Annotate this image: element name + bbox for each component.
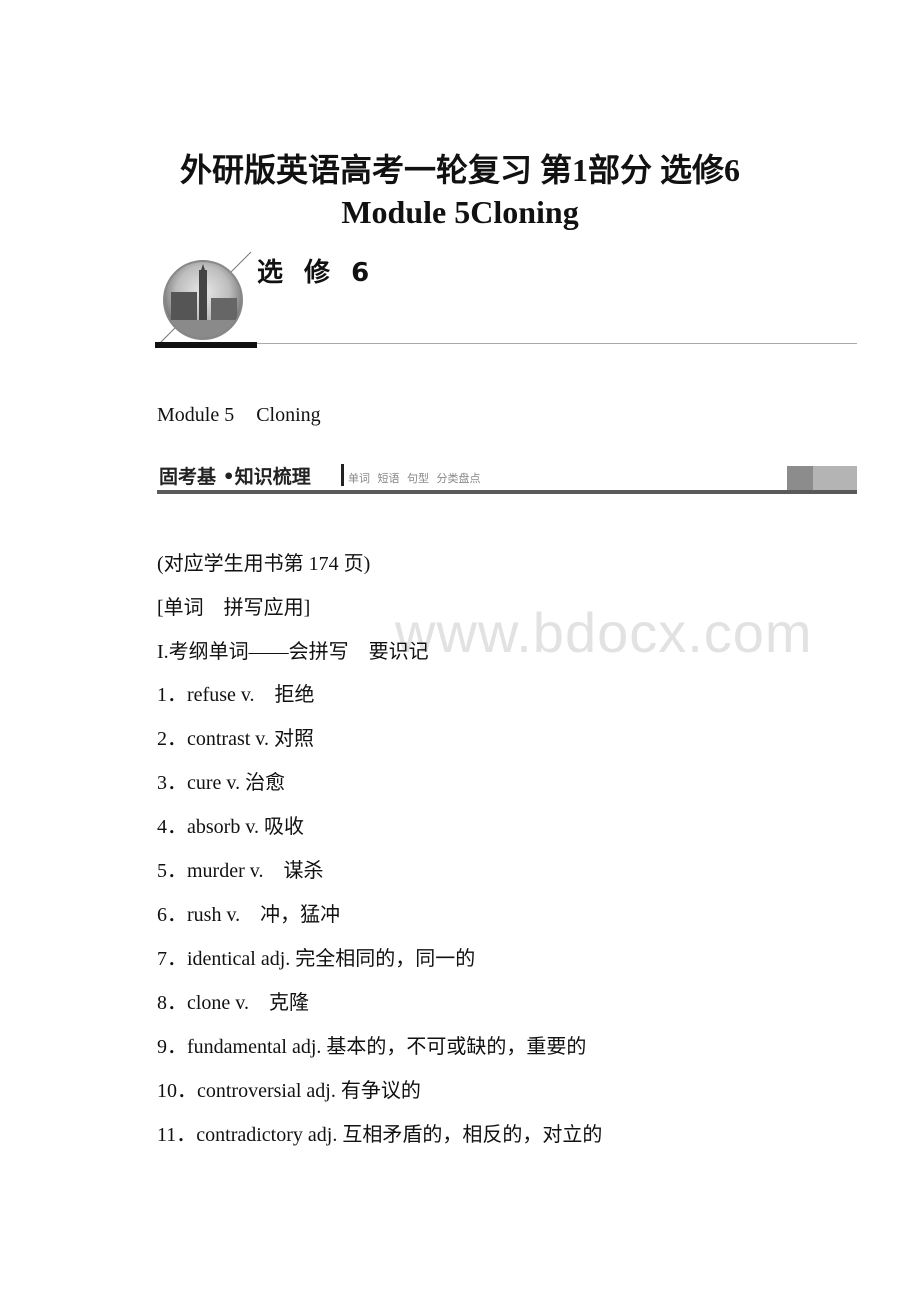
section-block-dark xyxy=(787,466,813,490)
document-title-line2: Module 5Cloning xyxy=(341,194,579,230)
vocab-item: 10．controversial adj. 有争议的 xyxy=(157,1080,421,1102)
section-subtitles: 单词 短语 句型 分类盘点 xyxy=(348,472,481,485)
vocab-item: 3．cure v. 治愈 xyxy=(157,772,286,794)
vocab-item: 6．rush v. 冲，猛冲 xyxy=(157,904,341,926)
module-topic: Cloning xyxy=(256,404,321,426)
section-block-light xyxy=(813,466,857,490)
section-rule xyxy=(157,490,857,494)
vocab-item: 9．fundamental adj. 基本的，不可或缺的，重要的 xyxy=(157,1036,587,1058)
section-separator xyxy=(341,464,344,486)
section-title: 固考基 •知识梳理 xyxy=(159,466,311,488)
banner-label: 选 修 6 xyxy=(257,258,376,288)
page-reference: (对应学生用书第 174 页) xyxy=(157,553,371,575)
vocab-item: 8．clone v. 克隆 xyxy=(157,992,310,1014)
category-heading: [单词 拼写应用] xyxy=(157,597,311,619)
vocab-item: 2．contrast v. 对照 xyxy=(157,728,315,750)
section-bar: 固考基 •知识梳理 单词 短语 句型 分类盘点 xyxy=(157,462,857,494)
big-ben-photo-icon xyxy=(163,260,243,340)
vocab-list: 1．refuse v. 拒绝 2．contrast v. 对照 3．cure v… xyxy=(157,682,602,1166)
subsection-heading: I.考纲单词——会拼写 要识记 xyxy=(157,641,429,663)
vocab-item: 11．contradictory adj. 互相矛盾的，相反的，对立的 xyxy=(157,1124,603,1146)
vocab-item: 4．absorb v. 吸收 xyxy=(157,816,305,838)
module-number: Module 5 xyxy=(157,404,235,426)
banner-thick-rule xyxy=(155,342,257,348)
watermark: www.bdocx.com xyxy=(395,601,813,664)
elective-banner: 选 修 6 xyxy=(155,248,857,352)
banner-thin-rule xyxy=(257,343,857,344)
module-heading: Module 5 Cloning xyxy=(157,404,321,427)
vocab-item: 7．identical adj. 完全相同的，同一的 xyxy=(157,948,476,970)
document-title-line1: 外研版英语高考一轮复习 第1部分 选修6 xyxy=(179,152,740,188)
vocab-item: 5．murder v. 谋杀 xyxy=(157,860,324,882)
vocab-item: 1．refuse v. 拒绝 xyxy=(157,684,315,706)
